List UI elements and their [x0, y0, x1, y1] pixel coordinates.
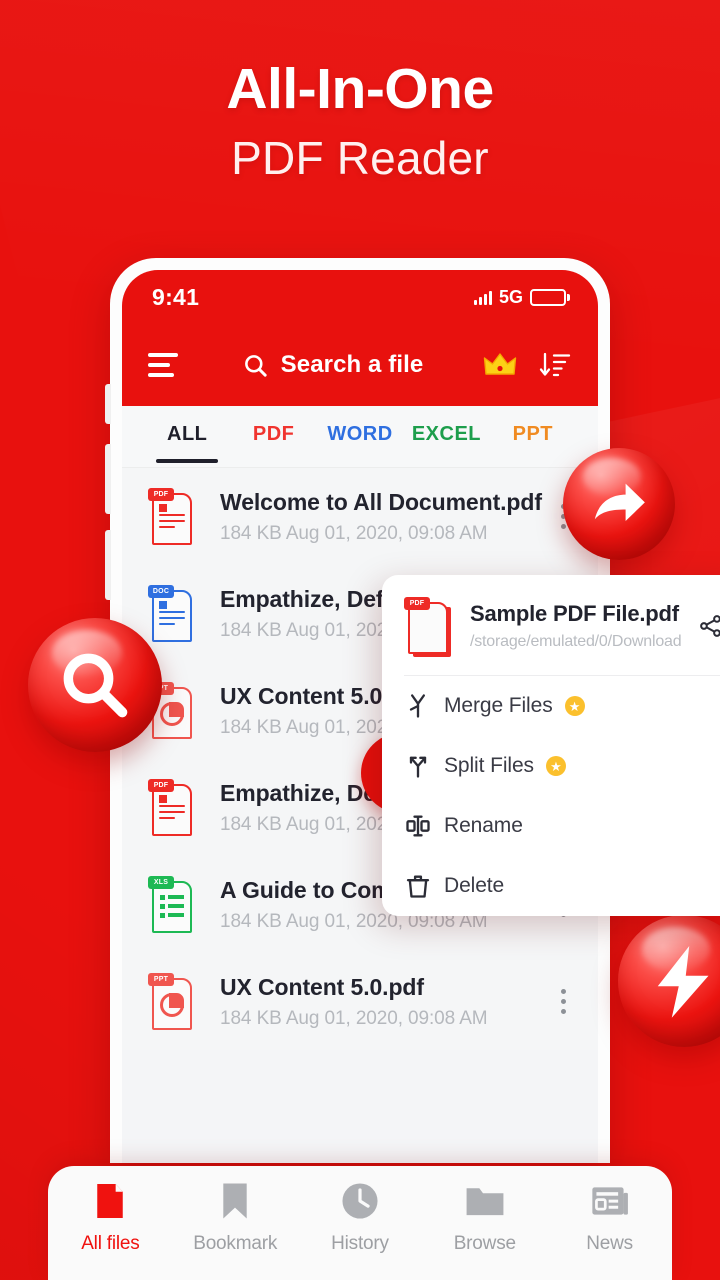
promo-text: All-In-One PDF Reader — [0, 57, 720, 185]
premium-badge: ★ — [545, 756, 566, 776]
phone-volume-up-button — [105, 444, 111, 514]
file-type-badge: PDF — [148, 778, 174, 792]
sort-descending-icon[interactable] — [539, 350, 572, 380]
nav-item-label: History — [331, 1233, 389, 1254]
hamburger-menu-icon[interactable] — [148, 353, 182, 377]
file-type-badge: PDF — [404, 597, 430, 610]
menu-item-split-files[interactable]: Split Files ★ — [382, 736, 720, 796]
pdf-file-icon: PDF — [148, 778, 195, 839]
tab-word[interactable]: WORD — [317, 406, 403, 467]
phone-side-button — [105, 384, 111, 424]
crown-icon[interactable] — [483, 351, 517, 379]
menu-item-label: Delete — [444, 874, 505, 897]
file-type-badge: XLS — [148, 875, 174, 889]
file-info: UX Content 5.0.pdf 184 KB Aug 01, 2020, 0… — [220, 974, 550, 1030]
file-context-menu: PDF Sample PDF File.pdf /storage/emulate… — [382, 575, 720, 916]
bottom-navigation: All files Bookmark History Browse News — [48, 1166, 672, 1280]
magnifier-icon — [63, 653, 128, 718]
ppt-file-icon: PPT — [148, 972, 195, 1033]
merge-files-icon — [404, 692, 444, 720]
search-input[interactable]: Search a file — [281, 351, 424, 379]
clock-icon — [341, 1182, 379, 1220]
split-files-icon — [404, 752, 444, 780]
folder-icon — [465, 1182, 505, 1220]
file-row[interactable]: PDF Welcome to All Document.pdf 184 KB Aug… — [122, 468, 598, 565]
tab-label: ALL — [167, 423, 208, 445]
network-type-label: 5G — [498, 286, 523, 307]
context-menu-filename: Sample PDF File.pdf — [470, 601, 679, 626]
nav-item-all-files[interactable]: All files — [48, 1182, 173, 1280]
xls-file-icon: XLS — [148, 875, 195, 936]
context-menu-header: PDF Sample PDF File.pdf /storage/emulate… — [382, 575, 720, 675]
context-menu-filepath: /storage/emulated/0/Download — [470, 633, 682, 650]
premium-badge: ★ — [564, 696, 585, 716]
menu-item-delete[interactable]: Delete — [382, 856, 720, 916]
nav-item-news[interactable]: News — [547, 1182, 672, 1280]
file-meta: 184 KB Aug 01, 2020, 09:08 AM — [220, 522, 488, 544]
file-meta: 184 KB Aug 01, 2020, 09:08 AM — [220, 1007, 488, 1029]
tab-label: WORD — [327, 423, 393, 445]
menu-item-rename[interactable]: Rename — [382, 796, 720, 856]
file-name: Welcome to All Document.pdf — [220, 488, 542, 515]
tab-all[interactable]: ALL — [144, 406, 230, 467]
file-type-badge: DOC — [148, 584, 174, 598]
app-bar-actions — [483, 350, 572, 380]
page-title: All-In-One — [226, 57, 494, 121]
nav-item-label: All files — [81, 1233, 140, 1254]
promo-screenshot: All-In-One PDF Reader 9:41 5G Search a f… — [0, 0, 720, 1280]
nav-item-label: Bookmark — [193, 1233, 278, 1254]
nav-item-history[interactable]: History — [298, 1182, 423, 1280]
file-name: UX Content 5.0.pdf — [220, 973, 424, 1000]
share-arrow-icon — [594, 483, 645, 522]
nav-item-label: News — [586, 1233, 633, 1254]
share-icon[interactable] — [696, 613, 720, 639]
page-subtitle: PDF Reader — [231, 131, 489, 184]
phone-volume-down-button — [105, 530, 111, 600]
bolt-orb — [618, 915, 720, 1047]
tab-excel[interactable]: EXCEL — [403, 406, 489, 467]
tab-label: PDF — [252, 423, 295, 445]
signal-bars-icon — [473, 290, 492, 305]
search-orb — [28, 618, 162, 752]
file-info: Welcome to All Document.pdf 184 KB Aug 01… — [220, 489, 550, 545]
context-menu-items: Merge Files ★ Split Files ★ Rename Delete — [382, 676, 720, 916]
share-orb — [563, 448, 675, 560]
nav-item-label: Browse — [453, 1233, 516, 1254]
file-type-tabs: ALL PDF WORD EXCEL PPT — [122, 406, 598, 468]
file-type-badge: PDF — [148, 487, 174, 501]
search-icon — [244, 354, 267, 377]
rename-icon — [404, 812, 444, 840]
nav-item-bookmark[interactable]: Bookmark — [173, 1182, 298, 1280]
news-icon — [591, 1182, 629, 1220]
pdf-file-icon: PDF — [148, 487, 195, 548]
tab-label: EXCEL — [411, 423, 482, 445]
search-bar[interactable]: Search a file — [182, 351, 483, 379]
status-bar: 9:41 5G — [122, 270, 598, 324]
menu-item-label: Merge Files — [444, 694, 553, 717]
menu-item-merge-files[interactable]: Merge Files ★ — [382, 676, 720, 736]
menu-item-label: Rename — [444, 814, 523, 837]
nav-item-browse[interactable]: Browse — [422, 1182, 547, 1280]
tab-pdf[interactable]: PDF — [230, 406, 316, 467]
delete-icon — [404, 872, 444, 900]
doc-file-icon: DOC — [148, 584, 195, 645]
menu-item-label: Split Files — [444, 754, 534, 777]
battery-full-icon — [530, 288, 570, 306]
file-options-button[interactable] — [550, 989, 576, 1014]
bookmark-icon — [220, 1182, 250, 1220]
document-icon — [93, 1182, 127, 1220]
file-type-badge: PPT — [148, 972, 174, 986]
tab-ppt[interactable]: PPT — [490, 406, 576, 467]
status-indicators: 5G — [473, 286, 570, 308]
arrow-icon — [657, 946, 709, 1018]
pdf-file-icon: PDF — [404, 597, 451, 657]
tab-label: PPT — [512, 423, 554, 445]
status-time: 9:41 — [152, 283, 200, 310]
app-bar: Search a file — [122, 324, 598, 406]
file-row[interactable]: PPT UX Content 5.0.pdf 184 KB Aug 01, 2020… — [122, 953, 598, 1050]
